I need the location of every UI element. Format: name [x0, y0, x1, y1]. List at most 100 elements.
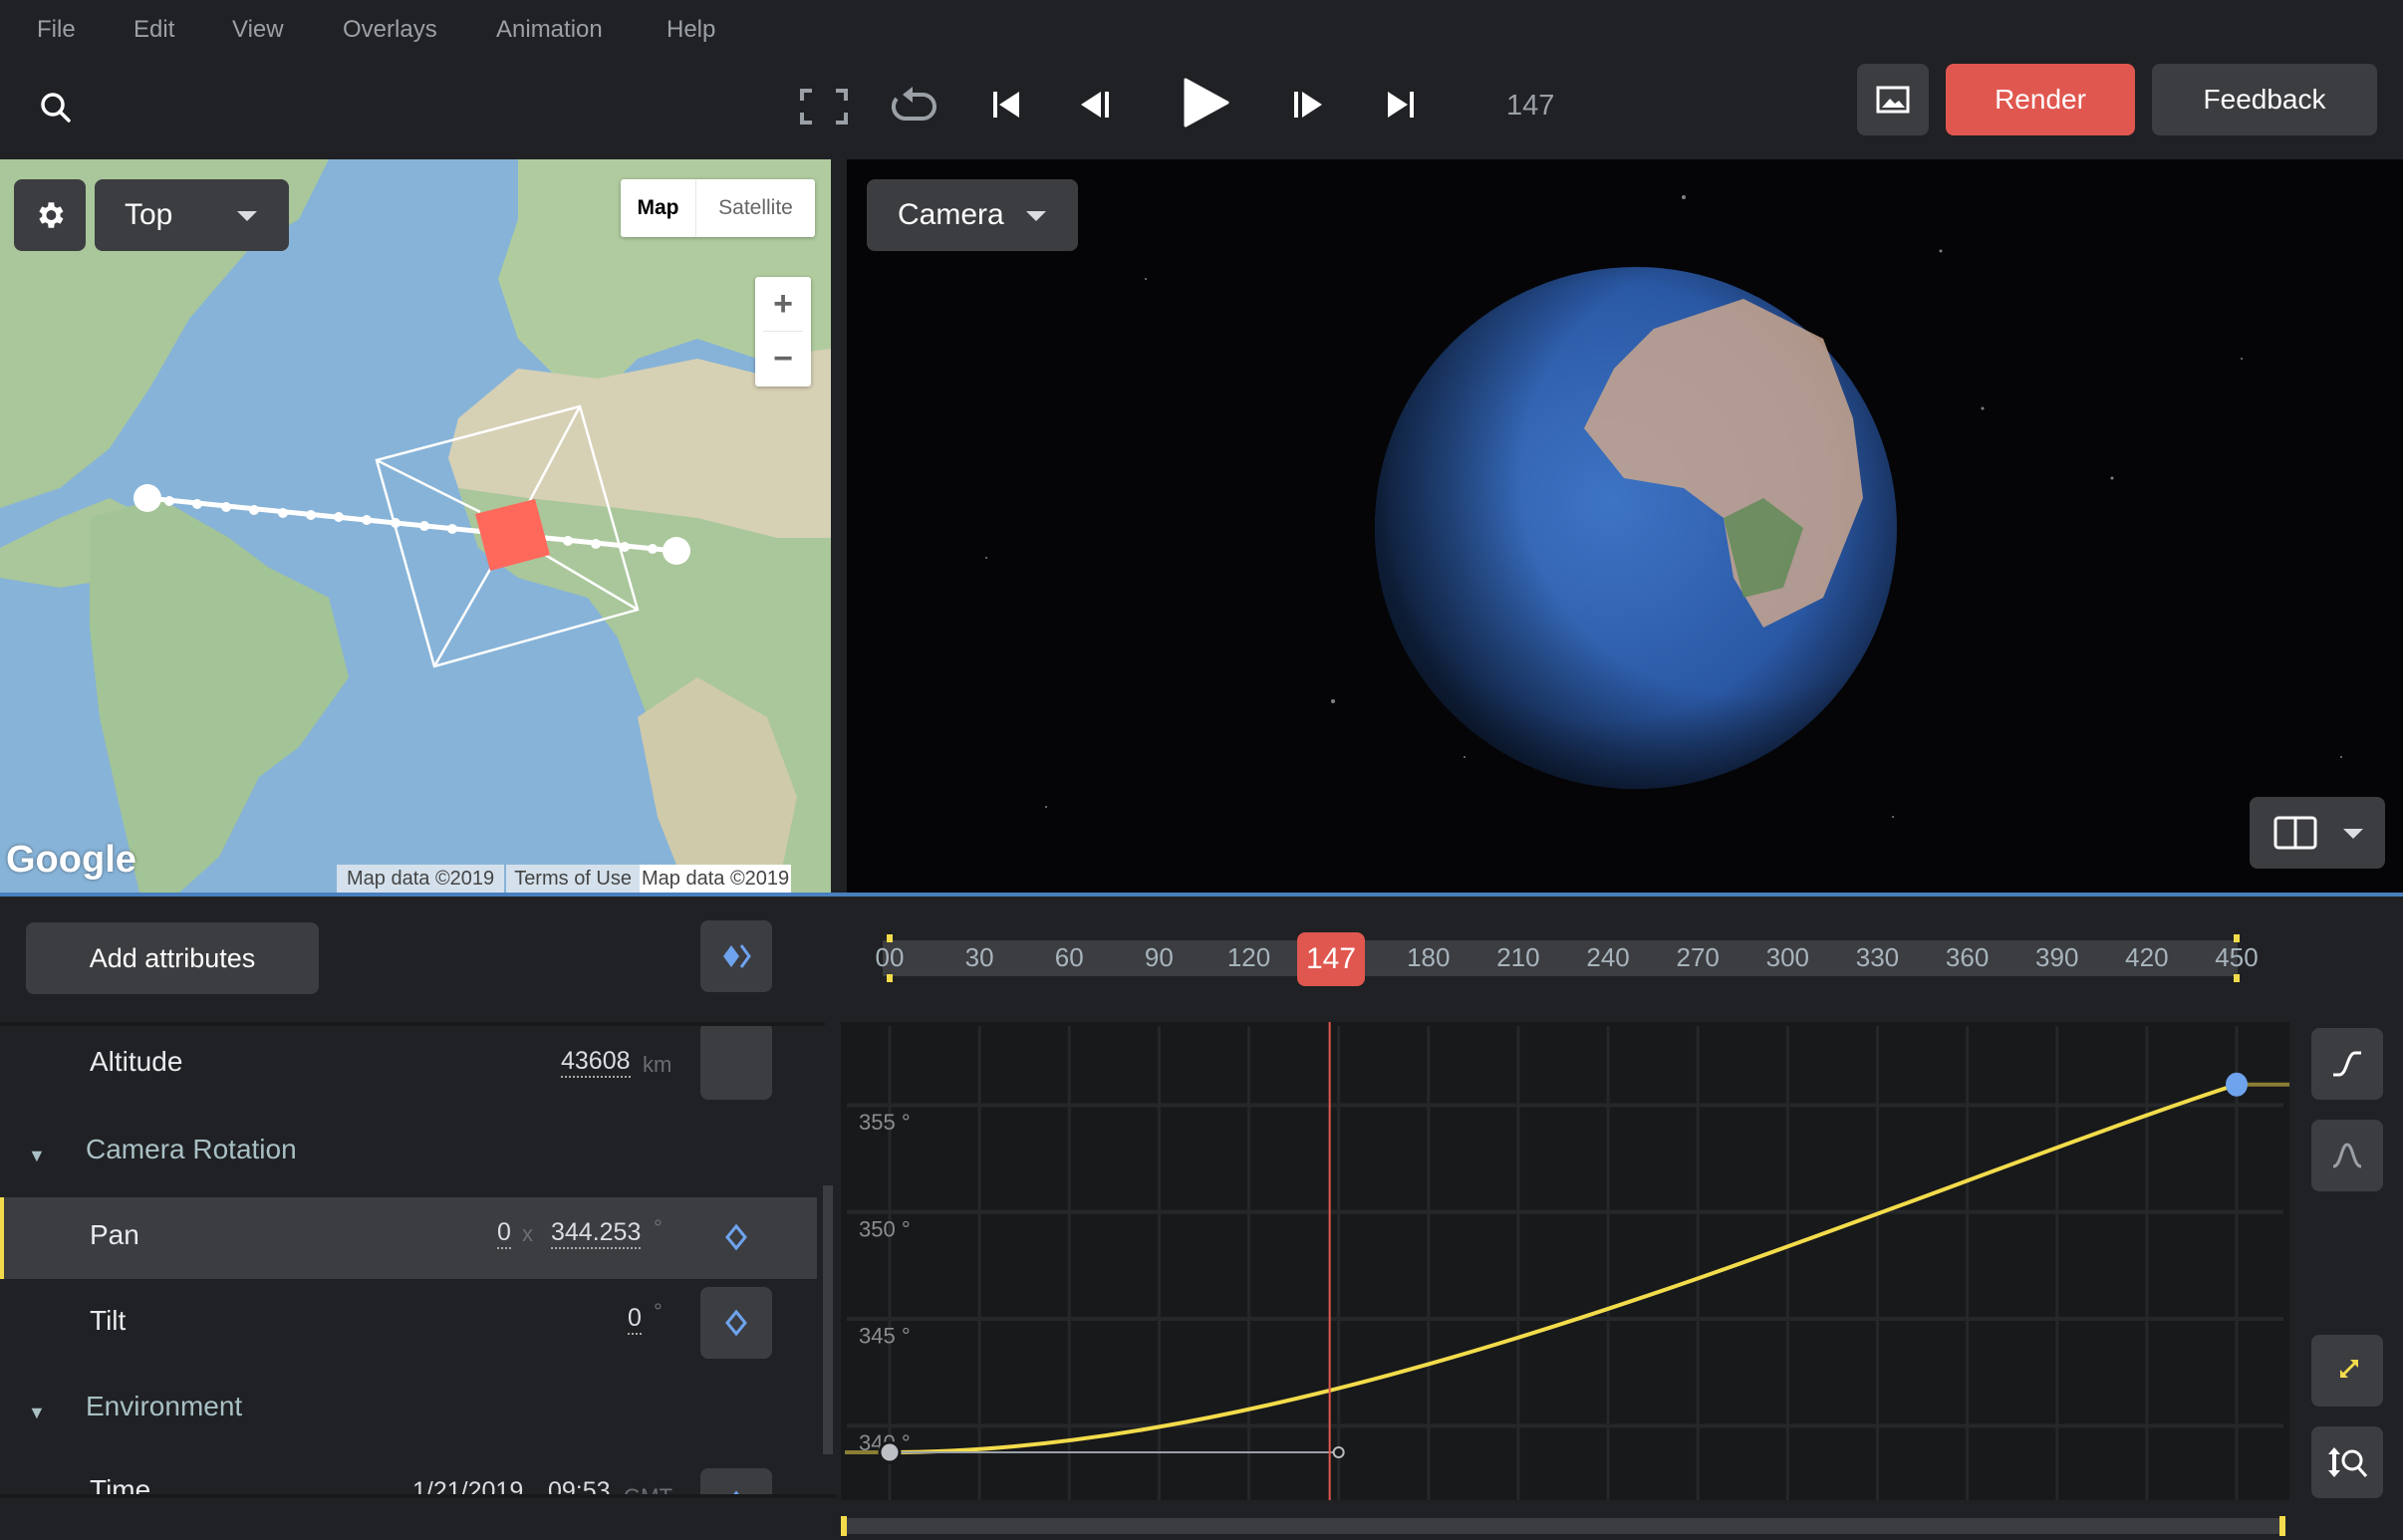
path-end-point: [663, 537, 690, 565]
keyframe-diamond-icon: [725, 1309, 747, 1337]
range-end-marker-bottom[interactable]: [2234, 974, 2240, 982]
range-start-marker-top[interactable]: [887, 934, 893, 942]
altitude-keyframe-button[interactable]: [700, 1026, 772, 1100]
skip-to-end-icon[interactable]: [1381, 80, 1421, 129]
toolbar: 147 Render Feedback: [0, 62, 2403, 159]
bell-curve-button[interactable]: [2311, 1120, 2383, 1191]
zoom-out-button[interactable]: −: [755, 332, 811, 385]
pan-curve: [889, 1082, 2238, 1454]
scroll-start-handle[interactable]: [841, 1516, 847, 1536]
map-canvas: [0, 159, 831, 893]
menu-bar: File Edit View Overlays Animation Help: [0, 0, 2403, 62]
pan-revolutions[interactable]: 0: [497, 1217, 511, 1249]
attribute-footer: [0, 1494, 837, 1540]
timeline-ruler[interactable]: [883, 940, 2238, 976]
scroll-end-handle[interactable]: [2279, 1516, 2285, 1536]
tilt-keyframe-button[interactable]: [700, 1287, 772, 1359]
terms-of-use-link[interactable]: Terms of Use: [506, 865, 640, 893]
play-icon[interactable]: [1176, 68, 1235, 137]
zoom-in-button[interactable]: +: [755, 277, 811, 331]
range-start-marker-bottom[interactable]: [887, 974, 893, 982]
playhead-label[interactable]: 147: [1297, 932, 1365, 986]
keyframe-next-icon: [723, 944, 751, 968]
gear-icon: [39, 202, 64, 228]
timeline-tick: 270: [1676, 942, 1720, 972]
time-label: Time: [90, 1474, 151, 1494]
camera-select-value: Camera: [898, 198, 1004, 231]
add-attributes-button[interactable]: Add attributes: [26, 922, 319, 994]
google-logo: Google: [6, 839, 136, 881]
time-clock[interactable]: 09:53: [548, 1476, 611, 1494]
timeline-tick: 60: [1054, 942, 1084, 972]
environment-group[interactable]: Environment: [86, 1391, 242, 1422]
menu-overlays[interactable]: Overlays: [343, 16, 437, 44]
timeline-tick: 00: [875, 942, 905, 972]
map-type-map[interactable]: Map: [621, 179, 696, 237]
camera-rotation-group[interactable]: Camera Rotation: [86, 1134, 297, 1165]
loop-icon[interactable]: [887, 78, 940, 131]
map-type-satellite[interactable]: Satellite: [696, 179, 815, 237]
altitude-value[interactable]: 43608: [561, 1046, 631, 1078]
fullscreen-icon[interactable]: [797, 80, 851, 133]
y-tick-label: 345 °: [859, 1324, 911, 1349]
tilt-value[interactable]: 0: [628, 1303, 642, 1335]
snapshot-button[interactable]: [1857, 64, 1929, 135]
camera-rotation-collapse-icon[interactable]: ▼: [28, 1146, 46, 1166]
pan-multiply: x: [522, 1221, 533, 1246]
pan-value[interactable]: 344.253: [551, 1217, 642, 1249]
menu-file[interactable]: File: [37, 16, 76, 44]
step-back-icon[interactable]: [1076, 80, 1116, 129]
menu-view[interactable]: View: [232, 16, 284, 44]
altitude-unit: km: [643, 1052, 672, 1077]
keyframe-navigation-button[interactable]: [700, 920, 772, 992]
range-end-marker-top[interactable]: [2234, 934, 2240, 942]
timeline-scrollbar[interactable]: [841, 1518, 2285, 1534]
feedback-button[interactable]: Feedback: [2152, 64, 2377, 135]
timeline-tick: 120: [1226, 942, 1271, 972]
time-keyframe-button[interactable]: [700, 1468, 772, 1494]
ease-in-out-button[interactable]: [2311, 1028, 2383, 1100]
step-forward-icon[interactable]: [1289, 80, 1329, 129]
y-tick-label: 350 °: [859, 1216, 911, 1241]
fit-curve-button[interactable]: [2311, 1335, 2383, 1407]
curve-graph-svg: 340 °345 °350 °355 °: [845, 1022, 2289, 1535]
attribute-scrollbar[interactable]: [823, 1185, 833, 1454]
zoom-control: + −: [755, 277, 811, 386]
timeline-tick: 90: [1144, 942, 1174, 972]
timeline-tick: 300: [1765, 942, 1810, 972]
timeline-tick: 240: [1586, 942, 1630, 972]
image-icon: [1876, 86, 1910, 114]
skip-to-start-icon[interactable]: [986, 80, 1026, 129]
curve-graph[interactable]: 340 ° 345 ° 350 ° 355 °: [841, 1022, 2289, 1535]
map-settings-button[interactable]: [14, 179, 86, 251]
keyframe-diamond-icon: [725, 1223, 747, 1251]
pan-keyframe-button[interactable]: [700, 1201, 772, 1273]
timeline-tick: 390: [2035, 942, 2079, 972]
search-icon[interactable]: [36, 88, 76, 128]
ease-curve-icon: [2333, 1051, 2361, 1077]
chevron-down-icon: [1026, 211, 1046, 221]
chevron-down-icon: [2343, 829, 2363, 839]
render-button[interactable]: Render: [1946, 64, 2135, 135]
zoom-vertical-button[interactable]: [2311, 1426, 2383, 1498]
pane-divider[interactable]: [831, 159, 847, 893]
map-view[interactable]: Top Map Satellite + − Google Map data ©2…: [0, 159, 831, 893]
menu-animation[interactable]: Animation: [496, 16, 603, 44]
pan-unit: °: [654, 1215, 663, 1240]
vertical-zoom-icon: [2328, 1447, 2368, 1477]
camera-select[interactable]: Camera: [867, 179, 1078, 251]
menu-help[interactable]: Help: [667, 16, 715, 44]
timeline-tick: 30: [964, 942, 994, 972]
timeline-tick: 180: [1407, 942, 1451, 972]
menu-edit[interactable]: Edit: [134, 16, 174, 44]
view-select[interactable]: Top: [95, 179, 289, 251]
time-date[interactable]: 1/21/2019: [412, 1476, 523, 1494]
environment-collapse-icon[interactable]: ▼: [28, 1403, 46, 1423]
layout-select[interactable]: [2250, 797, 2385, 869]
timeline-tick: 450: [2215, 942, 2259, 972]
altitude-label: Altitude: [90, 1046, 183, 1077]
timeline-tick: 420: [2125, 942, 2169, 972]
land-south-america: [90, 498, 349, 893]
attribution-map-data-2: Map data ©2019: [640, 865, 792, 893]
earth-view[interactable]: Camera: [847, 159, 2403, 893]
